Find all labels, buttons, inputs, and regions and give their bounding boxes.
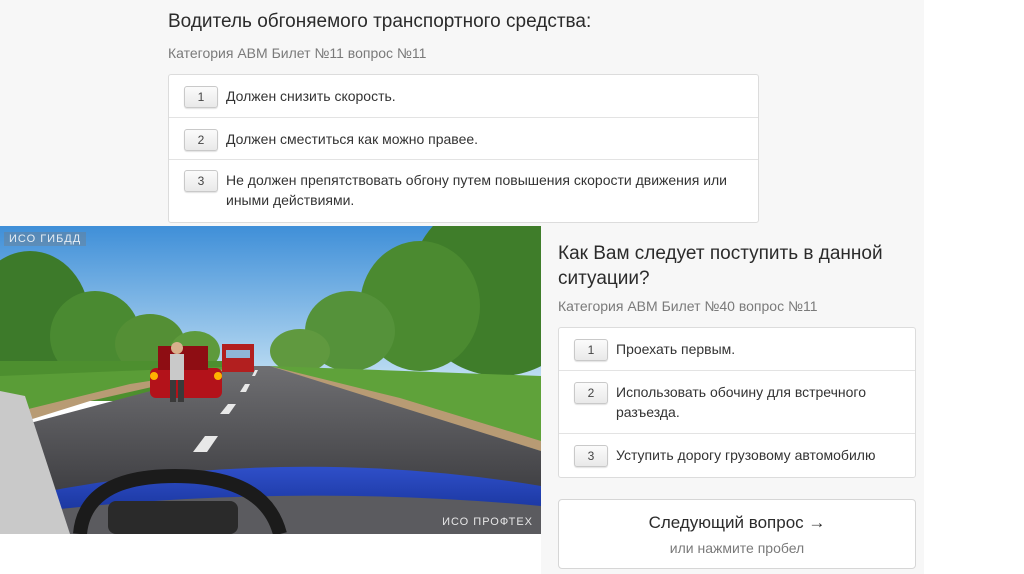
answer-number-badge: 3 — [184, 170, 218, 192]
road-situation-image: ИСО ГИБДД ИСО ПРОФТЕХ — [0, 226, 541, 534]
next-question-hint: или нажмите пробел — [669, 540, 805, 556]
answer-option-3[interactable]: 3 Уступить дорогу грузовому автомобилю — [559, 434, 915, 477]
answer-text: Должен снизить скорость. — [226, 88, 396, 104]
answer-text: Должен сместиться как можно правее. — [226, 131, 479, 147]
watermark-label: ИСО ГИБДД — [4, 232, 87, 246]
answer-option-1[interactable]: 1 Проехать первым. — [559, 328, 915, 371]
answer-list: 1 Проехать первым. 2 Использовать обочин… — [558, 327, 916, 478]
answer-number-badge: 1 — [184, 86, 218, 108]
question-title: Как Вам следует поступить в данной ситуа… — [558, 243, 883, 289]
answer-option-2[interactable]: 2 Использовать обочину для встречного ра… — [559, 371, 915, 434]
next-question-label: Следующий вопрос → — [648, 513, 826, 532]
question-title: Водитель обгоняемого транспортного средс… — [168, 11, 592, 32]
answer-text: Проехать первым. — [616, 341, 736, 357]
answer-option-3[interactable]: 3 Не должен препятствовать обгону путем … — [169, 160, 758, 222]
question-category: Категория ABM Билет №40 вопрос №11 — [558, 298, 818, 314]
road-scene-svg — [0, 226, 541, 534]
page-margin — [924, 0, 1024, 574]
answer-text: Уступить дорогу грузовому автомобилю — [616, 447, 876, 463]
answer-text: Использовать обочину для встречного разъ… — [616, 384, 867, 420]
answer-number-badge: 1 — [574, 339, 608, 361]
answer-text: Не должен препятствовать обгону путем по… — [226, 172, 728, 208]
question-category: Категория ABM Билет №11 вопрос №11 — [168, 45, 427, 61]
answer-list: 1 Должен снизить скорость. 2 Должен смес… — [168, 74, 759, 223]
answer-option-1[interactable]: 1 Должен снизить скорость. — [169, 75, 758, 118]
next-question-button[interactable]: Следующий вопрос → или нажмите пробел — [558, 499, 916, 569]
answer-number-badge: 3 — [574, 445, 608, 467]
answer-number-badge: 2 — [184, 129, 218, 151]
watermark-label: ИСО ПРОФТЕХ — [442, 516, 533, 528]
answer-number-badge: 2 — [574, 382, 608, 404]
answer-option-2[interactable]: 2 Должен сместиться как можно правее. — [169, 118, 758, 160]
